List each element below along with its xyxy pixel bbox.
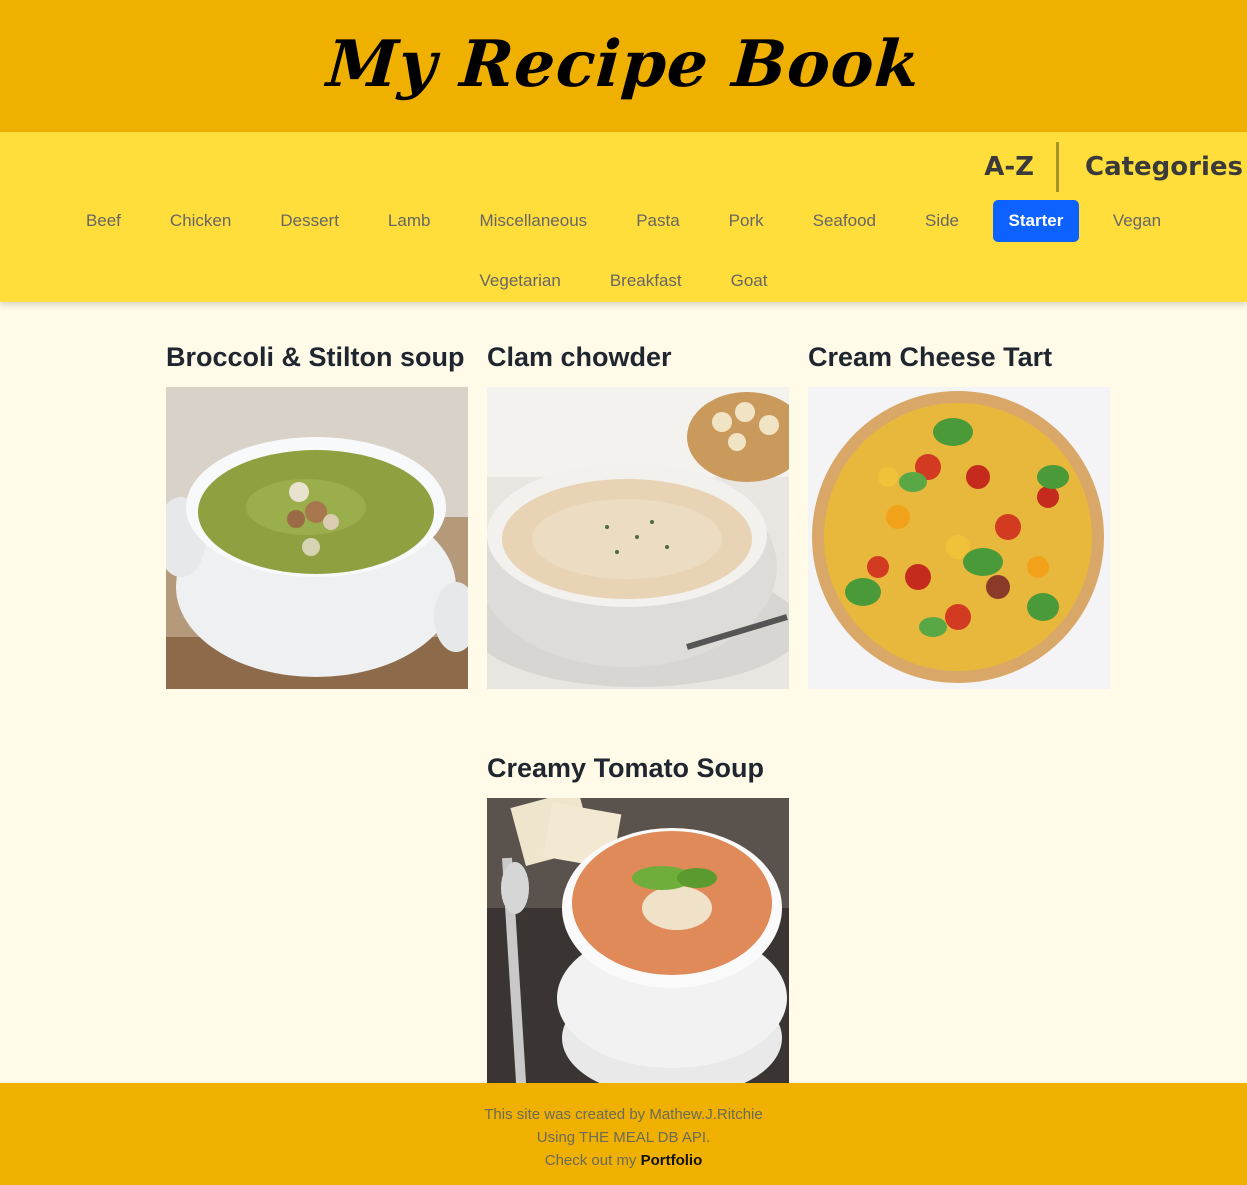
footer-api-credit: Using THE MEAL DB API. [536,1129,711,1146]
category-lamb-button[interactable]: Lamb [363,200,455,242]
category-starter-button[interactable]: Starter [992,200,1080,242]
category-pasta-button[interactable]: Pasta [612,200,704,242]
recipe-grid: Broccoli & Stilton soup Clam chowder Cre… [166,302,1110,1100]
recipe-title[interactable]: Broccoli & Stilton soup [166,302,468,387]
cream-chowder-bowl-photo[interactable] [487,387,789,689]
green-soup-bowl-photo[interactable] [166,387,468,689]
category-miscellaneous-button[interactable]: Miscellaneous [455,200,612,242]
recipe-card-cream-cheese-tart[interactable]: Cream Cheese Tart [808,302,1110,689]
category-pork-button[interactable]: Pork [704,200,788,242]
recipe-card-creamy-tomato-soup[interactable]: Creamy Tomato Soup [487,713,789,1100]
site-title: My Recipe Book [324,26,923,102]
recipe-card-broccoli-stilton-soup[interactable]: Broccoli & Stilton soup [166,302,468,689]
category-beef-button[interactable]: Beef [61,200,145,242]
view-mode-switch: A-Z Categories [980,142,1247,192]
category-dessert-button[interactable]: Dessert [256,200,364,242]
categories-link[interactable]: Categories [1081,152,1247,182]
portfolio-link[interactable]: Portfolio [641,1152,703,1169]
category-nav: A-Z Categories Beef Chicken Dessert Lamb Mis… [0,132,1247,302]
footer-portfolio-line: Check out my Portfolio [0,1149,1247,1172]
a-z-link[interactable]: A-Z [980,152,1056,182]
category-vegetarian-button[interactable]: Vegetarian [455,260,585,302]
site-footer: This site was created by Mathew.J.Ritchi… [0,1083,1247,1185]
category-vegan-button[interactable]: Vegan [1088,200,1185,242]
recipe-title[interactable]: Cream Cheese Tart [808,302,1110,387]
recipe-title[interactable]: Clam chowder [487,302,789,387]
category-breakfast-button[interactable]: Breakfast [585,260,706,302]
category-seafood-button[interactable]: Seafood [788,200,900,242]
recipe-title[interactable]: Creamy Tomato Soup [487,713,789,798]
footer-credit: This site was created by Mathew.J.Ritchi… [484,1106,763,1123]
category-side-button[interactable]: Side [900,200,983,242]
tomato-tart-photo[interactable] [808,387,1110,689]
category-row-2: Vegetarian Breakfast Goat [0,260,1247,302]
recipe-card-clam-chowder[interactable]: Clam chowder [487,302,789,689]
category-chicken-button[interactable]: Chicken [145,200,255,242]
category-row-1: Beef Chicken Dessert Lamb Miscellaneous Pasta… [0,200,1247,242]
site-header: My Recipe Book [0,0,1247,132]
mode-divider [1055,142,1059,192]
category-goat-button[interactable]: Goat [706,260,792,302]
tomato-soup-bowl-photo[interactable] [487,798,789,1100]
footer-portfolio-prefix: Check out my [544,1152,637,1169]
